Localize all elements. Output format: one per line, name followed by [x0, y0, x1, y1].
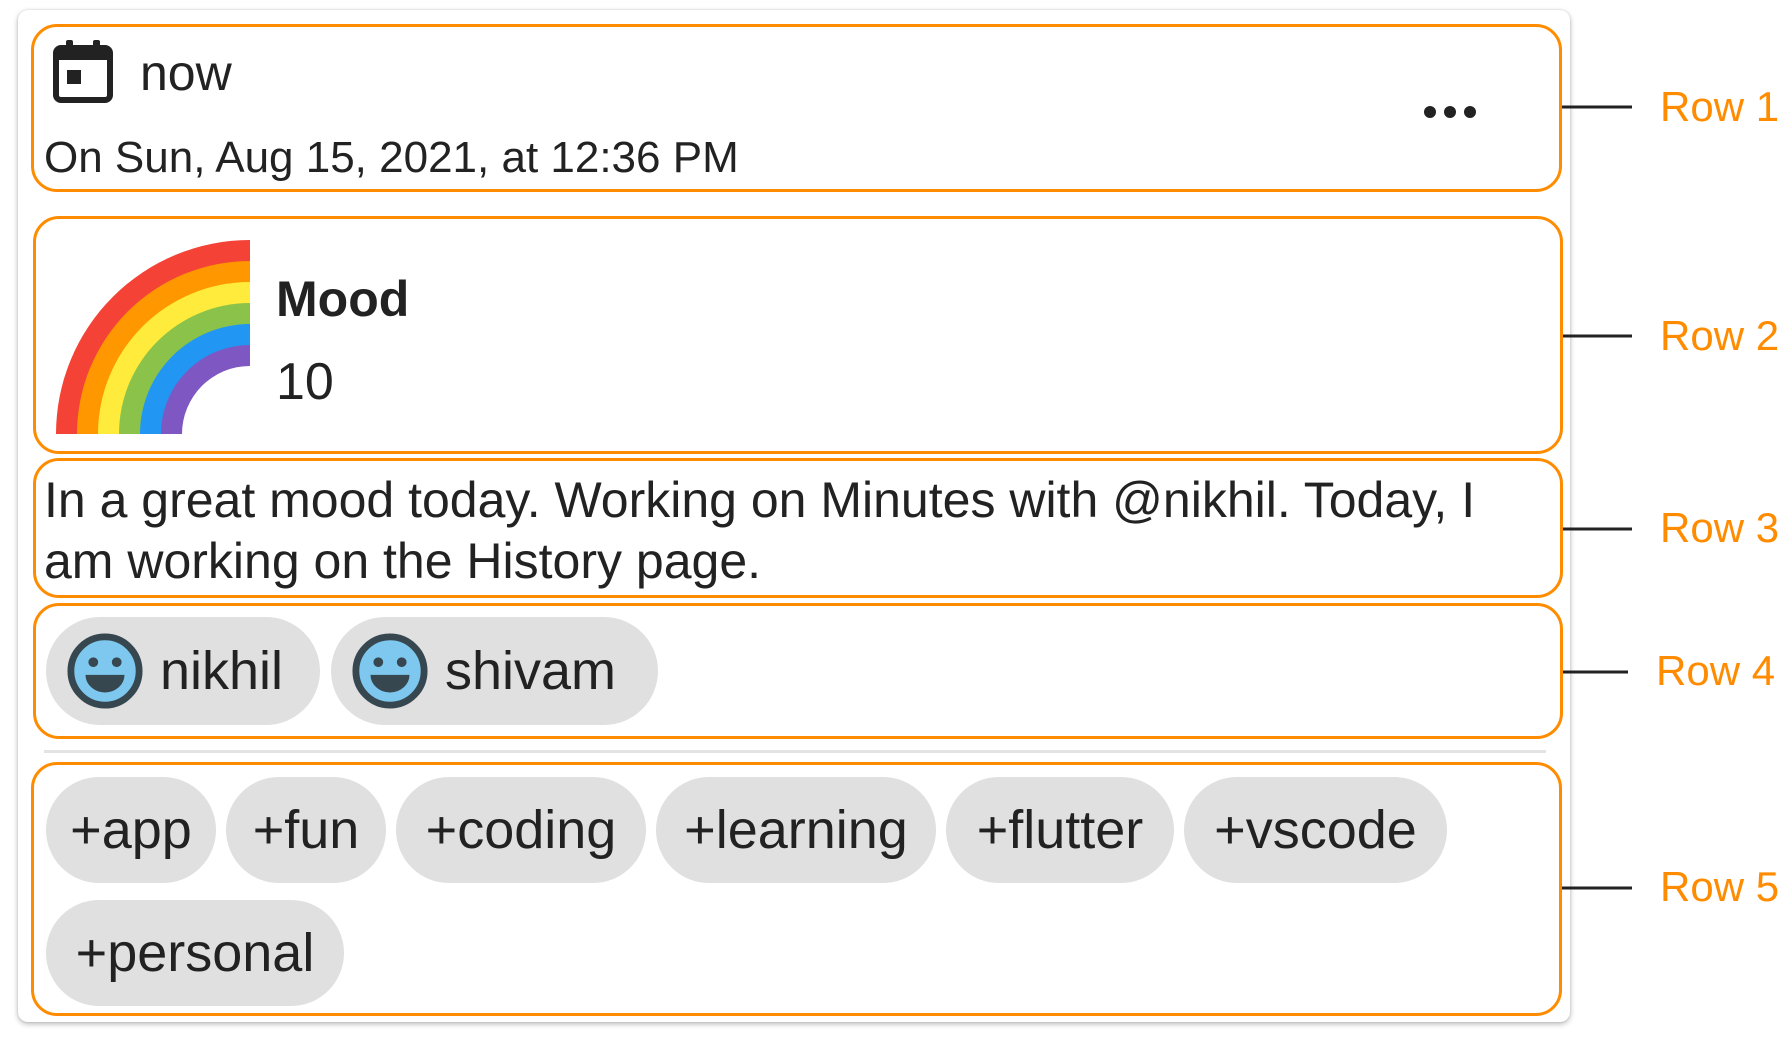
annotation-label-row-3: Row 3 — [1660, 504, 1779, 551]
annotation-label-row-4: Row 4 — [1656, 647, 1775, 694]
annotation-overlay: Row 1 Row 2 Row 3 Row 4 Row 5 — [1562, 83, 1779, 910]
annotation-label-row-5: Row 5 — [1660, 863, 1779, 910]
annotation-label-row-2: Row 2 — [1660, 312, 1779, 359]
annotation-label-row-1: Row 1 — [1660, 83, 1779, 130]
